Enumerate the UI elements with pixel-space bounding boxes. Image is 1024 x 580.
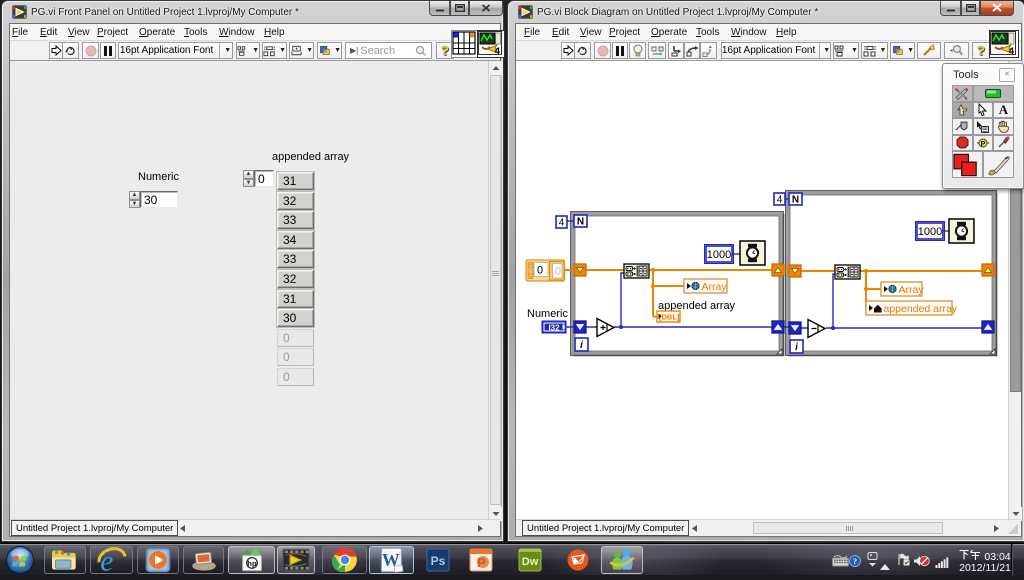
- svg-text:N: N: [577, 217, 584, 228]
- svg-text:i: i: [580, 340, 583, 351]
- svg-text:Array: Array: [702, 281, 728, 293]
- svg-text:I32: I32: [548, 324, 560, 333]
- svg-text:Numeric: Numeric: [527, 308, 568, 320]
- svg-text:Dw: Dw: [522, 556, 539, 568]
- svg-text:appended array: appended array: [658, 300, 736, 312]
- svg-text:1000: 1000: [707, 249, 731, 261]
- svg-text:[DBL]: [DBL]: [659, 313, 680, 322]
- svg-text:Ps: Ps: [431, 554, 446, 568]
- svg-text:0: 0: [537, 265, 543, 277]
- svg-text:i: i: [795, 342, 798, 353]
- svg-text:Array: Array: [899, 284, 925, 296]
- svg-text:?: ?: [853, 556, 857, 566]
- svg-text:N: N: [792, 195, 799, 206]
- svg-text:P: P: [477, 555, 486, 570]
- svg-text:4: 4: [495, 46, 500, 55]
- svg-text:1000: 1000: [918, 226, 942, 238]
- svg-text:P: P: [981, 141, 986, 148]
- svg-text:appended array: appended array: [884, 303, 958, 315]
- svg-text:hp: hp: [247, 559, 257, 568]
- svg-text:4: 4: [559, 218, 565, 229]
- svg-text:4: 4: [777, 195, 783, 206]
- svg-text:0: 0: [555, 266, 561, 278]
- svg-text:4: 4: [1009, 46, 1014, 55]
